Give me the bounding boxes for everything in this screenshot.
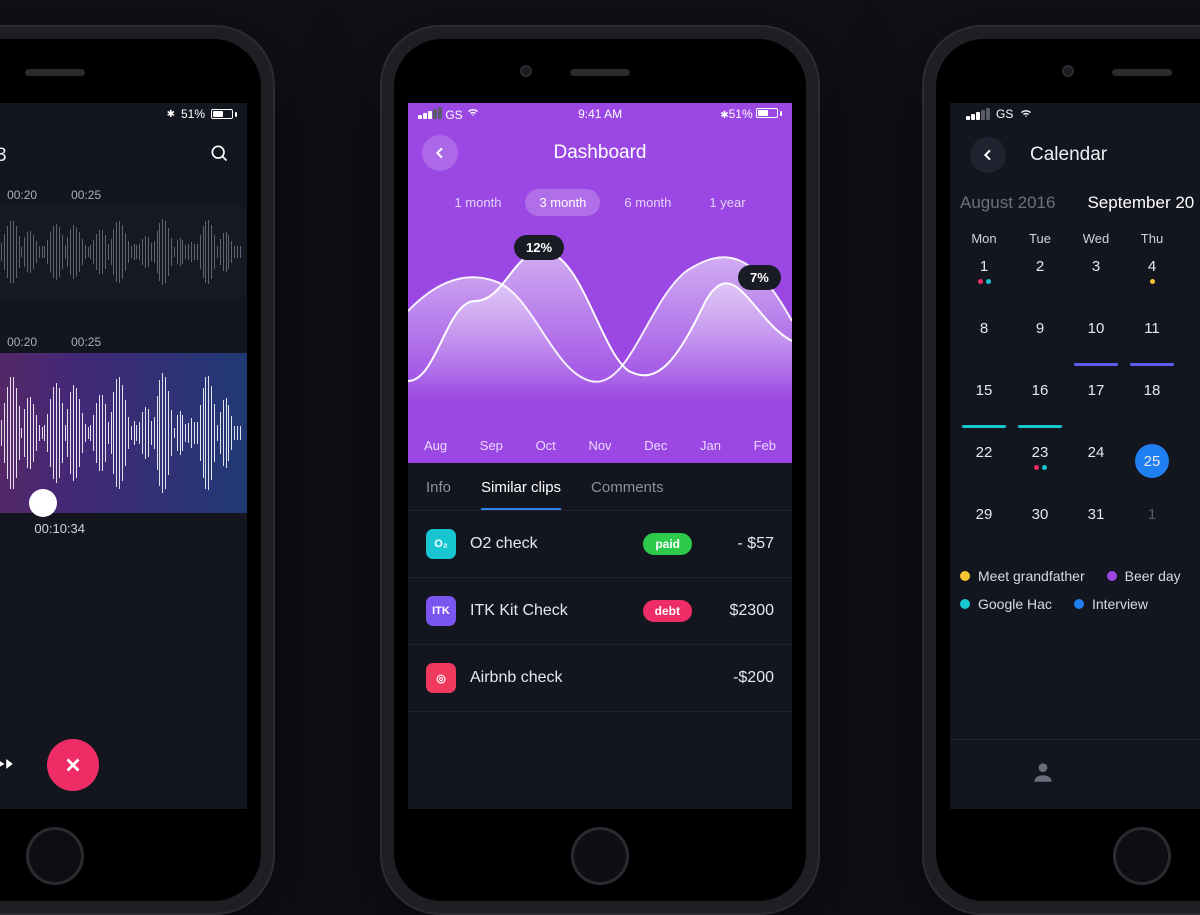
calendar-day[interactable]: 11 bbox=[1124, 316, 1180, 368]
legend-item: Interview bbox=[1074, 596, 1148, 612]
track-title: Track4.mp3 bbox=[0, 145, 7, 167]
txn-amount: - $57 bbox=[706, 535, 774, 553]
tab-info[interactable]: Info bbox=[426, 479, 451, 510]
range-1-year[interactable]: 1 year bbox=[695, 189, 759, 216]
month-selector[interactable]: August 2016 September 20 bbox=[956, 185, 1200, 227]
calendar-day[interactable]: 2 bbox=[1012, 254, 1068, 306]
calendar-day[interactable]: 15 bbox=[956, 378, 1012, 430]
next-button[interactable] bbox=[0, 754, 17, 776]
txn-badge: paid bbox=[643, 533, 692, 555]
txn-amount: $2300 bbox=[706, 602, 774, 620]
txn-name: O2 check bbox=[470, 535, 629, 553]
range-1-month[interactable]: 1 month bbox=[440, 189, 515, 216]
tab-comments[interactable]: Comments bbox=[591, 479, 664, 510]
close-button[interactable] bbox=[47, 739, 99, 791]
dashboard-chart[interactable]: 12% 7% bbox=[408, 231, 792, 401]
tab-similar-clips[interactable]: Similar clips bbox=[481, 479, 561, 510]
status-bar: 9:41 AM ✱ 51% bbox=[0, 103, 247, 125]
calendar-legend: Meet grandfatherBeer dayDribbble meetupG… bbox=[956, 554, 1200, 626]
calendar-day[interactable]: 8 bbox=[956, 316, 1012, 368]
calendar-day[interactable]: 17 bbox=[1068, 378, 1124, 430]
status-bar: GS 9:41 AM ✱51% bbox=[408, 103, 792, 125]
transaction-list: O₂ O2 check paid - $57 ITK ITK Kit Check debt $… bbox=[408, 511, 792, 712]
timecode-end: 00:10:34 bbox=[34, 521, 85, 536]
txn-badge: debt bbox=[643, 600, 692, 622]
chart-x-axis: AugSepOctNovDecJanFeb bbox=[408, 438, 792, 453]
range-3-month[interactable]: 3 month bbox=[525, 189, 600, 216]
page-title: Dashboard bbox=[422, 142, 778, 164]
calendar-day[interactable]: 24 bbox=[1068, 440, 1124, 492]
ruler-top: 00:1000:15 00:2000:25 bbox=[0, 178, 247, 206]
back-button[interactable] bbox=[970, 137, 1006, 173]
phone-calendar: GS 9:41 AM Calendar August 2016 Septembe… bbox=[922, 25, 1200, 915]
calendar-day[interactable]: 23 bbox=[1012, 440, 1068, 492]
transaction-row[interactable]: ITK ITK Kit Check debt $2300 bbox=[408, 578, 792, 645]
calendar-day[interactable]: 4 bbox=[1124, 254, 1180, 306]
txn-name: ITK Kit Check bbox=[470, 602, 629, 620]
calendar-grid: 123489101115161718222324252930311 bbox=[956, 254, 1200, 554]
search-icon[interactable] bbox=[209, 143, 229, 168]
legend-item: Meet grandfather bbox=[960, 568, 1085, 584]
transaction-row[interactable]: O₂ O2 check paid - $57 bbox=[408, 511, 792, 578]
calendar-day[interactable]: 22 bbox=[956, 440, 1012, 492]
calendar-day[interactable]: 3 bbox=[1068, 254, 1124, 306]
waveform-overview[interactable] bbox=[0, 206, 247, 298]
bottom-bar bbox=[950, 739, 1200, 809]
range-6-month[interactable]: 6 month bbox=[610, 189, 685, 216]
calendar-day[interactable]: 18 bbox=[1124, 378, 1180, 430]
transport-controls bbox=[0, 721, 247, 809]
calendar-day[interactable]: 30 bbox=[1012, 502, 1068, 554]
calendar-day[interactable]: 16 bbox=[1012, 378, 1068, 430]
profile-icon[interactable] bbox=[1030, 759, 1056, 790]
month-prev: August 2016 bbox=[960, 193, 1055, 213]
txn-icon: ITK bbox=[426, 596, 456, 626]
txn-amount: -$200 bbox=[706, 669, 774, 687]
waveform-main[interactable] bbox=[0, 353, 247, 513]
month-current: September 20 bbox=[1087, 193, 1194, 213]
timecode-top: 00:10:34 bbox=[0, 298, 247, 325]
txn-icon: O₂ bbox=[426, 529, 456, 559]
phone-audio: 9:41 AM ✱ 51% Track4.mp3 bbox=[0, 25, 275, 915]
calendar-day[interactable]: 9 bbox=[1012, 316, 1068, 368]
phone-dashboard: GS 9:41 AM ✱51% Dashboard 1 month3 bbox=[380, 25, 820, 915]
calendar-day[interactable]: 1 bbox=[1124, 502, 1180, 554]
chart-callout-1: 12% bbox=[514, 235, 564, 260]
weekday-header: MonTueWedThu bbox=[956, 227, 1200, 254]
page-title: Calendar bbox=[1030, 144, 1107, 166]
chart-callout-2: 7% bbox=[738, 265, 781, 290]
status-bar: GS 9:41 AM bbox=[956, 103, 1200, 125]
time-range-selector: 1 month 3 month 6 month 1 year bbox=[408, 189, 792, 216]
txn-name: Airbnb check bbox=[470, 669, 692, 687]
calendar-day[interactable]: 10 bbox=[1068, 316, 1124, 368]
legend-item: Google Hac bbox=[960, 596, 1052, 612]
status-time: 9:41 AM bbox=[578, 107, 622, 121]
calendar-day[interactable]: 31 bbox=[1068, 502, 1124, 554]
dashboard-tabs: Info Similar clips Comments bbox=[408, 463, 792, 511]
calendar-day[interactable]: 29 bbox=[956, 502, 1012, 554]
status-battery: 51% bbox=[181, 107, 205, 121]
calendar-day[interactable]: 25 bbox=[1124, 440, 1180, 492]
ruler-bottom: 00:1000:15 00:2000:25 bbox=[0, 325, 247, 353]
calendar-day[interactable]: 1 bbox=[956, 254, 1012, 306]
transaction-row[interactable]: ◎ Airbnb check -$200 bbox=[408, 645, 792, 712]
txn-icon: ◎ bbox=[426, 663, 456, 693]
legend-item: Beer day bbox=[1107, 568, 1181, 584]
